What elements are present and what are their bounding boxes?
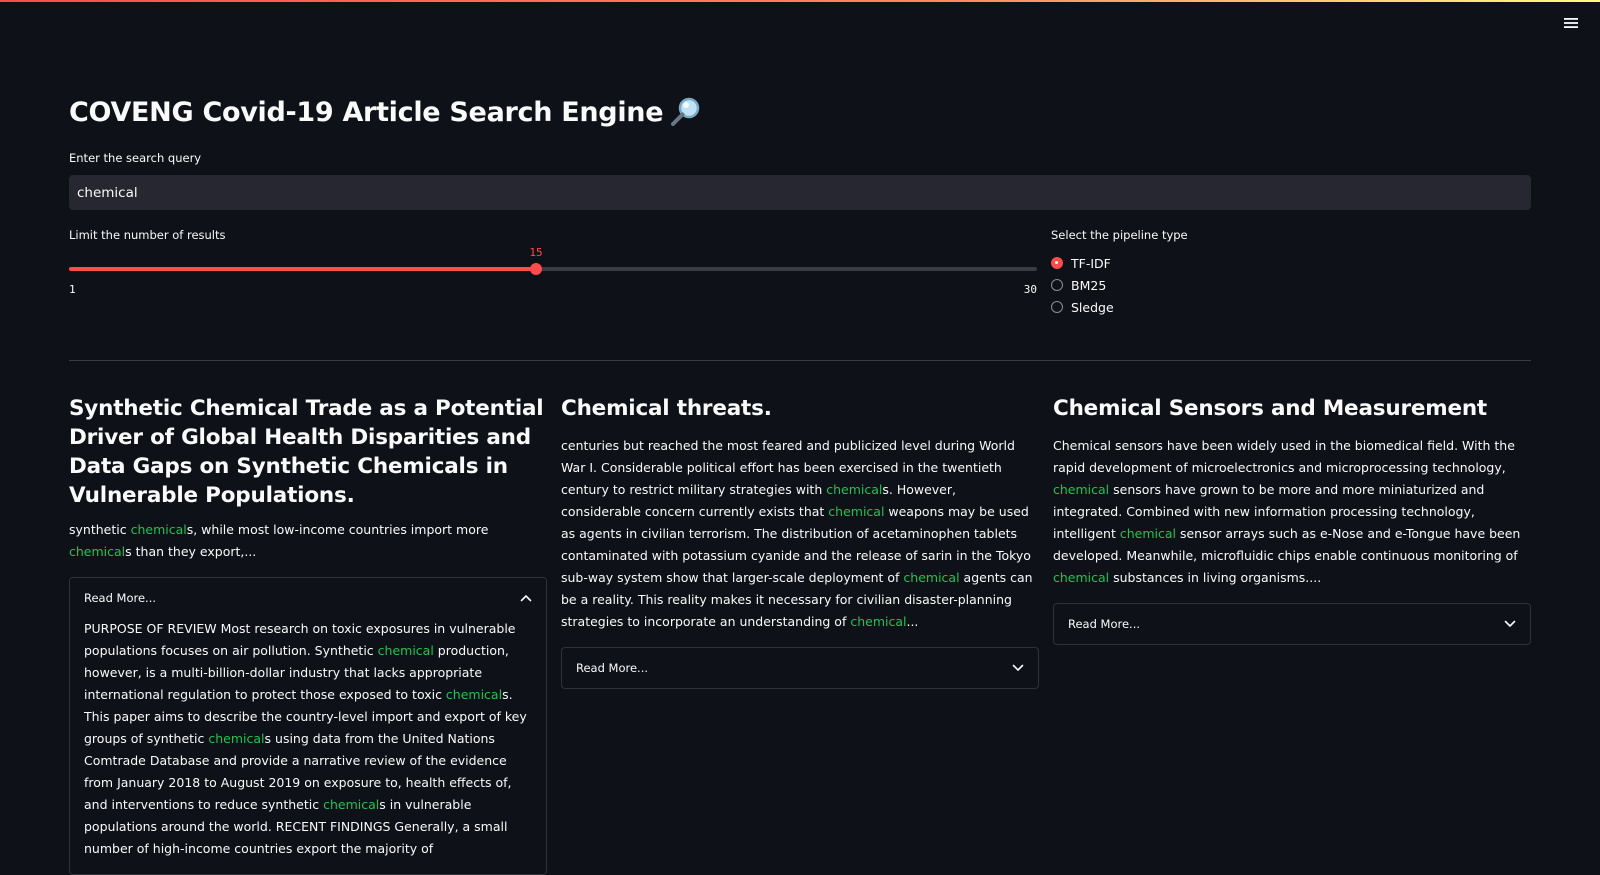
read-more-label: Read More... <box>1068 617 1141 631</box>
highlighted-keyword: chemical <box>130 522 187 537</box>
result-snippet: centuries but reached the most feared an… <box>561 438 1033 629</box>
search-input-value: chemical <box>77 184 138 201</box>
result-title: Synthetic Chemical Trade as a Potential … <box>69 396 544 508</box>
radio-option-label: Sledge <box>1071 299 1114 315</box>
radio-option-bm25[interactable]: BM25 <box>1051 274 1188 296</box>
highlighted-keyword: chemical <box>826 482 883 497</box>
highlighted-keyword: chemical <box>377 643 434 658</box>
radio-button-icon[interactable] <box>1051 257 1063 269</box>
radio-button-icon[interactable] <box>1051 301 1063 313</box>
pipeline-type-label: Select the pipeline type <box>1051 228 1188 242</box>
highlighted-keyword: chemical <box>323 797 380 812</box>
results-limit-slider[interactable]: 15 1 30 <box>69 246 1037 296</box>
results-limit-label: Limit the number of results <box>69 228 226 242</box>
chevron-up-icon <box>520 595 532 602</box>
result-snippet: synthetic chemicals, while most low-inco… <box>69 522 489 559</box>
highlighted-keyword: chemical <box>208 731 265 746</box>
result-snippet: Chemical sensors have been widely used i… <box>1053 438 1521 585</box>
read-more-expander: Read More... <box>561 647 1039 689</box>
result-title: Chemical Sensors and Measurement <box>1053 396 1488 421</box>
read-more-label: Read More... <box>84 591 157 605</box>
page-title-text: COVENG Covid-19 Article Search Engine <box>69 96 664 128</box>
highlighted-keyword: chemical <box>903 570 960 585</box>
top-decoration-bar <box>0 0 1600 2</box>
highlighted-keyword: chemical <box>1119 526 1176 541</box>
result-title: Chemical threats. <box>561 396 772 421</box>
hamburger-icon <box>1564 18 1578 28</box>
slider-thumb[interactable] <box>530 263 542 275</box>
result-card-2: Chemical threats. centuries but reached … <box>561 394 1039 689</box>
chevron-down-icon <box>1504 620 1516 627</box>
radio-option-tfidf[interactable]: TF-IDF <box>1051 252 1188 274</box>
highlighted-keyword: chemical <box>828 504 885 519</box>
highlighted-keyword: chemical <box>850 614 907 629</box>
radio-button-icon[interactable] <box>1051 279 1063 291</box>
magnifier-icon <box>671 97 700 126</box>
read-more-toggle[interactable]: Read More... <box>70 578 546 618</box>
read-more-label: Read More... <box>576 661 649 675</box>
chevron-down-icon <box>1012 664 1024 671</box>
radio-option-sledge[interactable]: Sledge <box>1051 296 1188 318</box>
read-more-toggle[interactable]: Read More... <box>562 648 1038 688</box>
highlighted-keyword: chemical <box>1053 482 1110 497</box>
slider-fill <box>69 267 536 271</box>
read-more-body: PURPOSE OF REVIEW Most research on toxic… <box>84 621 527 856</box>
slider-current-value: 15 <box>529 246 543 259</box>
search-label: Enter the search query <box>69 151 202 165</box>
highlighted-keyword: chemical <box>69 544 126 559</box>
pipeline-type-radio-group: Select the pipeline type TF-IDF BM25 Sle… <box>1051 228 1188 318</box>
read-more-toggle[interactable]: Read More... <box>1054 604 1530 644</box>
read-more-expander: Read More... PURPOSE OF REVIEW Most rese… <box>69 577 547 875</box>
highlighted-keyword: chemical <box>445 687 503 702</box>
slider-max-label: 30 <box>1023 283 1037 296</box>
radio-option-label: BM25 <box>1071 277 1107 293</box>
highlighted-keyword: chemical <box>1053 570 1110 585</box>
slider-min-label: 1 <box>69 283 76 296</box>
section-divider <box>69 360 1531 361</box>
main-menu-button[interactable] <box>1558 12 1584 34</box>
radio-option-label: TF-IDF <box>1071 255 1111 271</box>
result-card-3: Chemical Sensors and Measurement Chemica… <box>1053 394 1531 645</box>
read-more-expander: Read More... <box>1053 603 1531 645</box>
result-card-1: Synthetic Chemical Trade as a Potential … <box>69 394 547 875</box>
search-input[interactable]: chemical <box>69 175 1531 210</box>
page-title: COVENG Covid-19 Article Search Engine <box>69 95 703 129</box>
